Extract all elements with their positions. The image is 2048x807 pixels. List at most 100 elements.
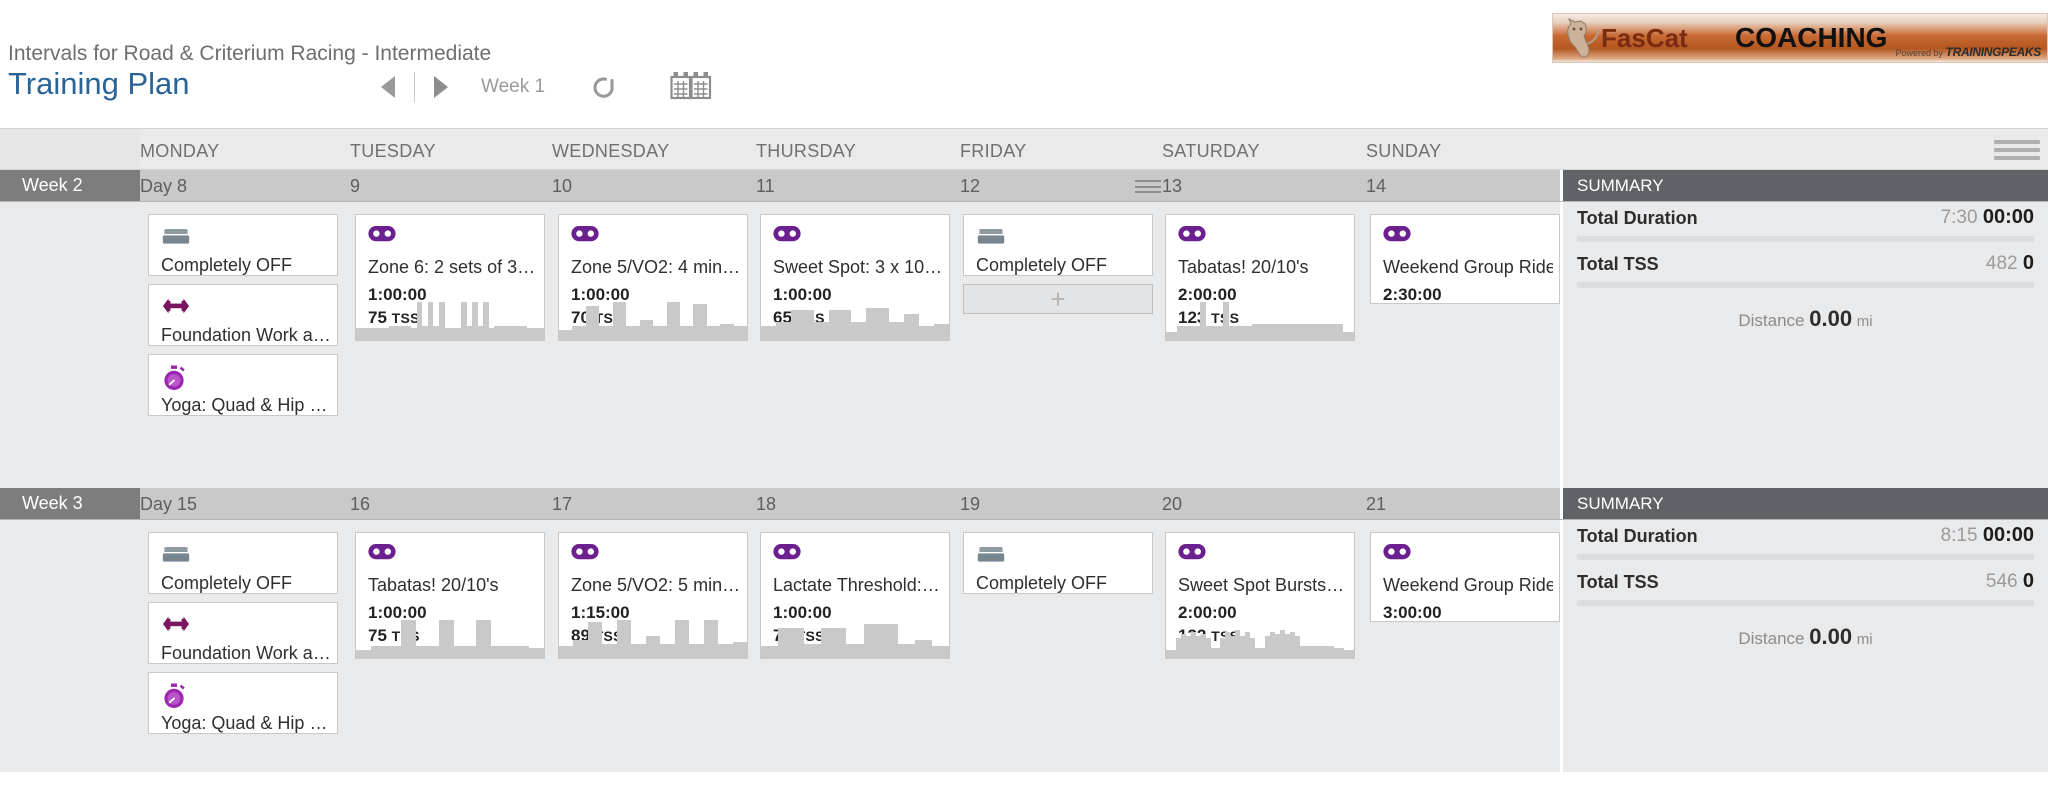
week-label-badge: Week 2 <box>0 170 140 201</box>
day-number[interactable]: 19 <box>960 494 980 515</box>
workout-card[interactable]: Weekend Group Ride2:30:00148 TSS <box>1370 214 1560 304</box>
rest-day-icon <box>161 543 191 567</box>
workout-card[interactable]: Weekend Group Ride3:00:00178 TSS <box>1370 532 1560 622</box>
stopwatch-icon <box>164 365 185 390</box>
bike-chain-icon <box>1178 226 1206 242</box>
dumbbell-icon <box>163 298 189 314</box>
triangle-right-icon <box>434 76 448 98</box>
day-number[interactable]: 9 <box>350 176 360 197</box>
add-workout-slot[interactable]: + <box>963 284 1153 314</box>
total-tss-value: 546 0 <box>1985 570 2034 592</box>
day-number[interactable]: 16 <box>350 494 370 515</box>
summary-header: SUMMARY <box>1560 488 2048 519</box>
rest-day-icon <box>976 225 1006 249</box>
workout-title: Completely OFF <box>976 573 1108 593</box>
bike-chain-icon <box>1383 544 1411 560</box>
workout-sparkline <box>356 620 544 658</box>
dumbbell-icon <box>163 616 189 632</box>
day-number[interactable]: 12 <box>960 176 980 197</box>
logo-fas-text: Fas <box>1601 23 1646 53</box>
week-row: Week 2 Day 8 9 10 11 12 13 14 SUMMARY Completely … <box>0 170 2048 488</box>
logo-coaching-text: COACHING <box>1735 22 1888 53</box>
workout-card[interactable]: Zone 5/VO2: 5 min… 1:15:00 89 TSS <box>558 532 748 659</box>
calendar-options-menu[interactable] <box>1994 140 2040 160</box>
bike-chain-icon <box>368 226 396 242</box>
day-number[interactable]: 10 <box>552 176 572 197</box>
bike-chain-icon <box>1178 544 1206 560</box>
summary-duration-row: Total Duration 7:30 00:00 <box>1577 202 2034 248</box>
day-number[interactable]: 14 <box>1366 176 1386 197</box>
bike-chain-icon <box>368 544 396 560</box>
current-week-label: Week 1 <box>481 76 546 97</box>
next-week-button[interactable] <box>423 69 459 105</box>
workout-title: Completely OFF <box>161 255 293 275</box>
day-number[interactable]: Day 15 <box>140 494 197 515</box>
calendar-icon <box>670 72 712 100</box>
total-duration-label: Total Duration <box>1577 526 1698 546</box>
weeks-container: Week 2 Day 8 9 10 11 12 13 14 SUMMARY Completely … <box>0 170 2048 772</box>
workout-card[interactable]: Tabatas! 20/10's2:00:00123 TSS <box>1165 214 1355 341</box>
day-number[interactable]: 20 <box>1162 494 1182 515</box>
rest-day-icon <box>977 229 1005 244</box>
day-number[interactable]: Day 8 <box>140 176 187 197</box>
prev-week-button[interactable] <box>370 69 406 105</box>
day-number[interactable]: 11 <box>756 176 775 197</box>
bike-chain-icon <box>773 225 803 249</box>
workout-sparkline <box>559 302 747 340</box>
summary-distance-row: Distance 0.00 mi <box>1577 612 2034 650</box>
workout-title: Lactate Threshold:… <box>773 575 940 595</box>
workout-card[interactable]: Completely OFF <box>963 532 1153 594</box>
day-options-menu[interactable] <box>1135 180 1161 193</box>
week-row: Week 3 Day 15 16 17 18 19 20 21 SUMMARY Completel… <box>0 488 2048 772</box>
workout-sparkline <box>356 302 544 340</box>
workout-card[interactable]: Lactate Threshold:…1:00:0072 TSS <box>760 532 950 659</box>
workout-card[interactable]: Foundation Work a… <box>148 602 338 664</box>
rest-day-icon <box>977 547 1005 562</box>
day-number[interactable]: 17 <box>552 494 572 515</box>
day-number[interactable]: 21 <box>1366 494 1386 515</box>
dumbbell-icon <box>161 613 191 637</box>
workout-card[interactable]: Completely OFF <box>148 214 338 276</box>
workout-card[interactable]: Zone 6: 2 sets of 3… 1:00:00 75 TSS <box>355 214 545 341</box>
stopwatch-icon <box>161 365 191 390</box>
dumbbell-icon <box>161 295 191 319</box>
bike-chain-icon <box>1383 543 1413 567</box>
refresh-button[interactable] <box>587 70 621 104</box>
workout-card[interactable]: Yoga: Quad & Hip … <box>148 672 338 734</box>
bike-chain-icon <box>773 544 801 560</box>
bike-chain-icon <box>571 225 601 249</box>
tss-progress-bar <box>1577 282 2034 288</box>
page-title: Training Plan <box>8 66 190 101</box>
distance-label: Distance <box>1738 629 1805 648</box>
workout-sparkline <box>761 620 949 658</box>
triangle-left-icon <box>381 76 395 98</box>
workout-card[interactable]: Completely OFF <box>148 532 338 594</box>
day-number[interactable]: 13 <box>1162 176 1182 197</box>
workout-card[interactable]: Tabatas! 20/10's1:00:0075 TSS <box>355 532 545 659</box>
total-tss-value: 482 0 <box>1985 252 2034 274</box>
workout-card[interactable]: Sweet Spot: 3 x 10…1:00:0065 TSS <box>760 214 950 341</box>
calendar-view-button[interactable] <box>669 69 713 105</box>
day-number[interactable]: 18 <box>756 494 776 515</box>
weekday-header-monday: MONDAY <box>140 141 220 161</box>
rest-day-icon <box>161 225 191 249</box>
bike-chain-icon <box>1178 225 1208 249</box>
summary-distance-row: Distance 0.00 mi <box>1577 294 2034 332</box>
logo-powered-by: Powered by TRAININGPEAKS <box>1896 45 2042 59</box>
bike-chain-icon <box>1383 225 1413 249</box>
week-body: Completely OFF Foundation Work a… Yoga: Qu… <box>0 202 2048 488</box>
duration-progress-bar <box>1577 236 2034 242</box>
cat-logo-icon <box>1567 18 1600 58</box>
fascat-coaching-logo[interactable]: FasCat COACHING Powered by TRAININGPEAKS <box>1552 13 2048 63</box>
workout-card[interactable]: Foundation Work a… <box>148 284 338 346</box>
week-column-spacer <box>0 129 140 169</box>
workout-sparkline <box>559 620 747 658</box>
workout-card[interactable]: Completely OFF <box>963 214 1153 276</box>
workout-card[interactable]: Zone 5/VO2: 4 min… 1:00:00 70 TSS <box>558 214 748 341</box>
workout-card[interactable]: Yoga: Quad & Hip … <box>148 354 338 416</box>
workout-card[interactable]: Sweet Spot Bursts…2:00:00132 TSS <box>1165 532 1355 659</box>
total-tss-label: Total TSS <box>1577 572 1659 592</box>
weekday-header-friday: FRIDAY <box>960 141 1027 161</box>
workout-title: Tabatas! 20/10's <box>368 575 499 595</box>
bike-chain-icon <box>368 225 398 249</box>
